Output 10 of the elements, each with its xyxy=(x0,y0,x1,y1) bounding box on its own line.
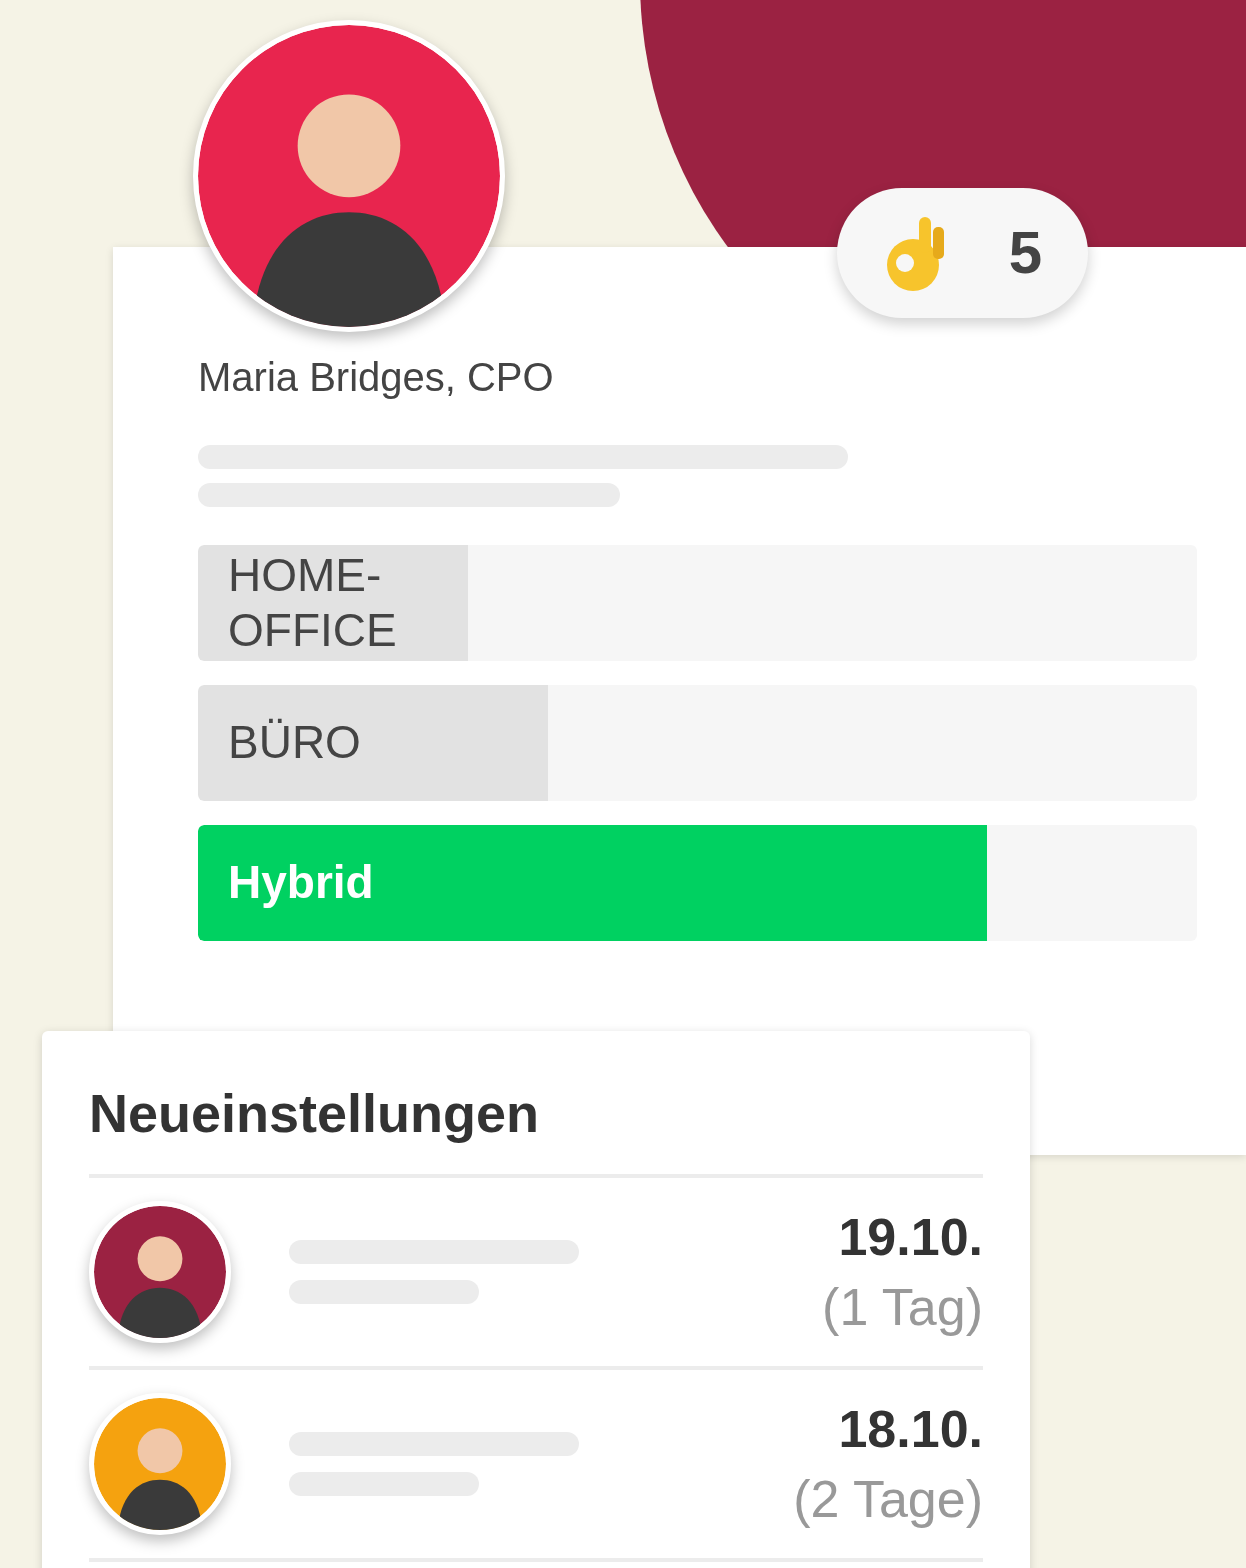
option-label: HOME- OFFICE xyxy=(227,547,397,658)
option-label: Hybrid xyxy=(227,855,374,911)
poll-option[interactable]: BÜRO xyxy=(198,685,1197,801)
profile-name: Maria Bridges, CPO xyxy=(198,354,554,401)
start-date: 18.10. xyxy=(838,1403,983,1455)
start-date: 19.10. xyxy=(838,1211,983,1263)
card-title: Neueinstellungen xyxy=(89,1073,983,1178)
option-label: BÜRO xyxy=(227,715,361,771)
reaction-count: 5 xyxy=(1008,218,1043,288)
poll-option[interactable]: HOME- OFFICE xyxy=(198,545,1197,661)
